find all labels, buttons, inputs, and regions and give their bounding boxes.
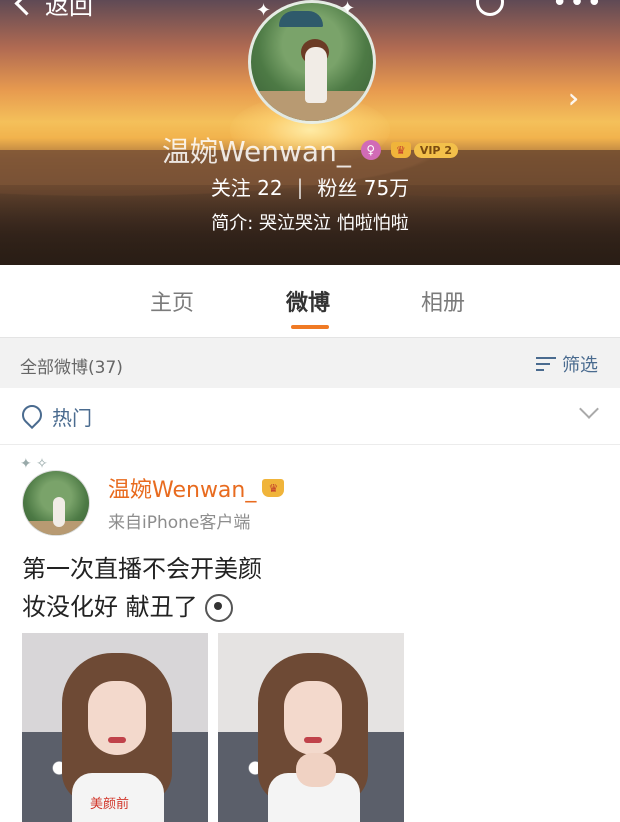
sparkle-icon: ✦ [256,0,272,21]
post-text: 第一次直播不会开美颜 妆没化好 献丑了 [22,550,262,626]
crown-icon: ♛ [390,142,411,158]
profile-bio: 简介: 哭泣哭泣 怕啦怕啦 [211,213,409,234]
post-author-name: 温婉Wenwan_ [108,478,257,503]
panda-emoji-icon [205,594,234,622]
active-tab-indicator [291,325,329,329]
chevron-down-icon[interactable] [579,399,599,419]
tab-weibo[interactable]: 微博 [286,285,330,317]
location-pin-icon [17,400,47,430]
crown-icon: ♛ [262,479,285,497]
vip-label: VIP 2 [413,142,458,158]
more-icon[interactable]: ••• [552,0,604,16]
profile-name: 温婉Wenwan_ [162,135,351,168]
profile-tabs: 主页 微博 相册 [0,265,620,338]
sparkle-icon: ✦ ✧ [20,456,48,472]
tab-album[interactable]: 相册 [421,285,465,317]
post-text-line: 第一次直播不会开美颜 [22,555,262,583]
profile-stats: 关注 22 | 粉丝 75万 [0,172,620,201]
filter-bar: 全部微博(37) 筛选 [0,338,620,388]
hot-label: 热门 [52,406,92,430]
vip-badge[interactable]: ♛ VIP 2 [390,142,458,158]
post-author[interactable]: 温婉Wenwan_ ♛ [108,472,285,504]
filter-button[interactable]: 筛选 [536,351,598,377]
chevron-left-icon [14,0,39,16]
post-photo[interactable]: 美颜前 [22,633,208,822]
search-icon[interactable] [476,0,504,16]
profile-cover: 返回 ••• ✦ ✦ ››› 温婉Wenwan_ ♀ ♛ VIP 2 关注 22… [0,0,620,265]
sparkle-icon: ✦ [340,0,356,19]
female-icon: ♀ [360,140,381,160]
all-posts-label[interactable]: 全部微博(37) [20,353,123,378]
back-label: 返回 [45,0,93,20]
filter-icon [536,355,556,373]
back-button[interactable]: 返回 [14,0,93,21]
post-text-line: 妆没化好 献丑了 [22,588,262,626]
stats-separator: | [296,174,304,199]
chevron-right-icon[interactable]: ››› [568,84,581,114]
profile-name-row: 温婉Wenwan_ ♀ ♛ VIP 2 [0,130,620,170]
tab-home[interactable]: 主页 [150,285,194,317]
hot-sort-row[interactable]: 热门 [0,388,620,445]
followers-stat[interactable]: 粉丝 75万 [317,172,409,201]
post-photo[interactable] [218,633,404,822]
filter-label: 筛选 [562,355,598,376]
umbrella-decoration [279,11,323,27]
post-source: 来自iPhone客户端 [108,513,251,533]
photo-caption: 美颜前 [90,797,130,812]
following-stat[interactable]: 关注 22 [211,172,283,201]
post-avatar[interactable] [22,470,90,536]
